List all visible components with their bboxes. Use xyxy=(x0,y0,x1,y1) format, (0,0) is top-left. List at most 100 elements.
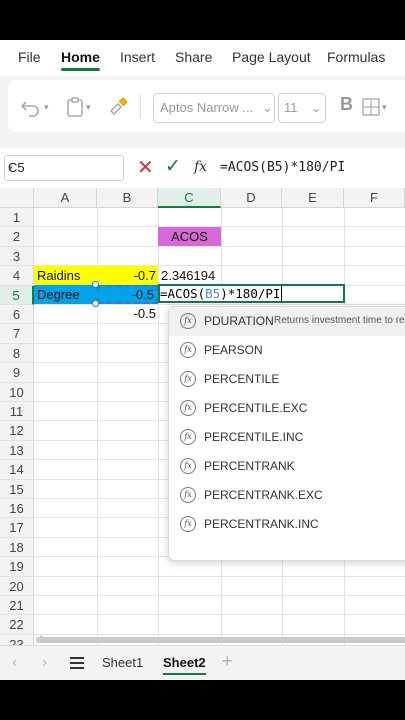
format-painter-icon xyxy=(109,97,128,116)
row-header-17[interactable]: 17 xyxy=(0,518,34,538)
tab-formulas[interactable]: Formulas xyxy=(327,49,385,65)
row-header-14[interactable]: 14 xyxy=(0,460,34,480)
row-header-18[interactable]: 18 xyxy=(0,537,34,558)
next-sheet-icon[interactable]: › xyxy=(42,654,47,672)
autocomplete-item-desc: Returns investment time to reach xyxy=(274,315,405,326)
function-icon: fx xyxy=(180,487,196,503)
row-header-20[interactable]: 20 xyxy=(0,576,34,596)
borders-button[interactable]: ▾ xyxy=(362,96,387,118)
function-autocomplete: fx PDURATION Returns investment time to … xyxy=(168,306,405,561)
font-size-value: 11 xyxy=(284,100,298,115)
home-toolbar: ▾ ▾ Aptos Narrow ... ⌄ 11 ⌄ B ▾ xyxy=(0,76,405,148)
row-header-15[interactable]: 15 xyxy=(0,479,34,499)
autocomplete-item-name: PERCENTRANK xyxy=(204,459,295,473)
autocomplete-item-percentile-inc[interactable]: fx PERCENTILE.INC xyxy=(169,423,405,452)
row-header-4[interactable]: 4 xyxy=(0,266,34,286)
column-header-f[interactable]: F xyxy=(344,188,405,208)
cell-c2[interactable]: ACOS xyxy=(158,227,221,246)
row-header-6[interactable]: 6 xyxy=(0,305,34,325)
row-header-2[interactable]: 2 xyxy=(0,227,34,247)
row-header-10[interactable]: 10 xyxy=(0,382,34,402)
sheet-tab-sheet2[interactable]: Sheet2 xyxy=(163,655,206,675)
paste-dropdown-icon[interactable]: ▾ xyxy=(86,102,91,113)
font-size-select[interactable]: 11 ⌄ xyxy=(278,93,326,123)
function-icon: fx xyxy=(180,342,196,358)
range-handle-top-left[interactable] xyxy=(92,281,99,288)
autocomplete-item-percentrank-inc[interactable]: fx PERCENTRANK.INC xyxy=(169,510,405,539)
tab-page-layout[interactable]: Page Layout xyxy=(232,49,311,65)
bold-button[interactable]: B xyxy=(340,94,353,115)
paste-button[interactable]: ▾ xyxy=(66,96,91,118)
column-header-b[interactable]: B xyxy=(97,188,158,208)
spreadsheet-grid[interactable]: A B C D E F 1 2 3 4 5 6 7 8 9 10 11 12 13 14 15 16 17 18 1… xyxy=(0,188,405,674)
undo-dropdown-icon[interactable]: ▾ xyxy=(44,102,49,113)
horizontal-scrollbar[interactable] xyxy=(36,637,405,643)
tab-share[interactable]: Share xyxy=(175,49,212,65)
ribbon-tabs: File Home Insert Share Page Layout Formu… xyxy=(0,40,405,76)
row-header-16[interactable]: 16 xyxy=(0,499,34,519)
row-header-13[interactable]: 13 xyxy=(0,440,34,461)
cancel-formula-icon[interactable]: ✕ xyxy=(137,155,154,180)
cell-c5-editor[interactable]: =ACOS(B5)*180/PI xyxy=(158,284,345,303)
undo-icon xyxy=(20,101,39,117)
undo-button[interactable]: ▾ xyxy=(20,96,49,118)
insert-function-icon[interactable]: fx xyxy=(194,159,207,175)
tab-home[interactable]: Home xyxy=(61,49,100,71)
function-icon: fx xyxy=(180,458,196,474)
tab-insert[interactable]: Insert xyxy=(120,49,155,65)
column-header-d[interactable]: D xyxy=(221,188,282,208)
cell-a4[interactable]: Raidins xyxy=(34,266,97,285)
autocomplete-item-percentile[interactable]: fx PERCENTILE xyxy=(169,365,405,394)
row-header-9[interactable]: 9 xyxy=(0,363,34,383)
row-header-21[interactable]: 21 xyxy=(0,596,34,616)
font-name-value: Aptos Narrow ... xyxy=(160,100,254,115)
add-sheet-icon[interactable]: + xyxy=(222,651,233,672)
name-box[interactable]: C5 ▾ xyxy=(4,155,124,181)
sheet-list-menu-icon[interactable] xyxy=(70,654,84,672)
cell-b6[interactable]: -0.5 xyxy=(97,304,158,323)
column-header-a[interactable]: A xyxy=(34,188,97,208)
row-header-19[interactable]: 19 xyxy=(0,557,34,577)
borders-icon xyxy=(362,98,380,116)
row-header-22[interactable]: 22 xyxy=(0,615,34,635)
formula-input[interactable]: =ACOS(B5)*180/PI xyxy=(220,160,345,175)
column-header-c[interactable]: C xyxy=(158,188,221,208)
font-name-select[interactable]: Aptos Narrow ... ⌄ xyxy=(153,93,275,123)
row-header-5[interactable]: 5 xyxy=(0,285,34,305)
row-header-3[interactable]: 3 xyxy=(0,246,34,267)
cell-c4[interactable]: 2.346194 xyxy=(158,266,221,285)
autocomplete-item-name: PERCENTRANK.EXC xyxy=(204,488,323,502)
autocomplete-item-name: PERCENTRANK.INC xyxy=(204,517,319,531)
autocomplete-item-name: PERCENTILE.EXC xyxy=(204,401,308,415)
autocomplete-item-pearson[interactable]: fx PEARSON xyxy=(169,336,405,365)
autocomplete-item-name: PEARSON xyxy=(204,343,263,357)
autocomplete-item-pduration[interactable]: fx PDURATION Returns investment time to … xyxy=(169,307,405,336)
row-header-12[interactable]: 12 xyxy=(0,421,34,441)
function-icon: fx xyxy=(180,516,196,532)
excel-app: File Home Insert Share Page Layout Formu… xyxy=(0,40,405,680)
autocomplete-item-percentrank[interactable]: fx PERCENTRANK xyxy=(169,452,405,481)
row-header-8[interactable]: 8 xyxy=(0,343,34,364)
chevron-down-icon: ⌄ xyxy=(262,100,273,115)
tab-file[interactable]: File xyxy=(18,49,41,65)
select-all-corner[interactable] xyxy=(0,188,34,208)
autocomplete-item-percentrank-exc[interactable]: fx PERCENTRANK.EXC xyxy=(169,481,405,510)
format-painter-button[interactable] xyxy=(108,96,128,118)
column-header-e[interactable]: E xyxy=(282,188,344,208)
text-cursor xyxy=(281,286,283,301)
sheet-tab-sheet1[interactable]: Sheet1 xyxy=(102,655,143,670)
row-header-11[interactable]: 11 xyxy=(0,402,34,422)
clipboard-icon xyxy=(67,97,83,117)
cell-b4[interactable]: -0.7 xyxy=(97,266,158,285)
previous-sheet-icon[interactable]: ‹ xyxy=(12,654,17,672)
autocomplete-item-name: PERCENTILE.INC xyxy=(204,430,304,444)
row-header-7[interactable]: 7 xyxy=(0,324,34,344)
function-icon: fx xyxy=(180,400,196,416)
cell-b5[interactable]: -0.5 xyxy=(97,285,158,304)
cell-a5[interactable]: Degree xyxy=(34,285,97,304)
row-header-1[interactable]: 1 xyxy=(0,208,34,228)
enter-formula-icon[interactable]: ✓ xyxy=(165,155,181,178)
autocomplete-item-percentile-exc[interactable]: fx PERCENTILE.EXC xyxy=(169,394,405,423)
borders-dropdown-icon[interactable]: ▾ xyxy=(382,102,387,113)
row-gridline xyxy=(34,575,405,577)
